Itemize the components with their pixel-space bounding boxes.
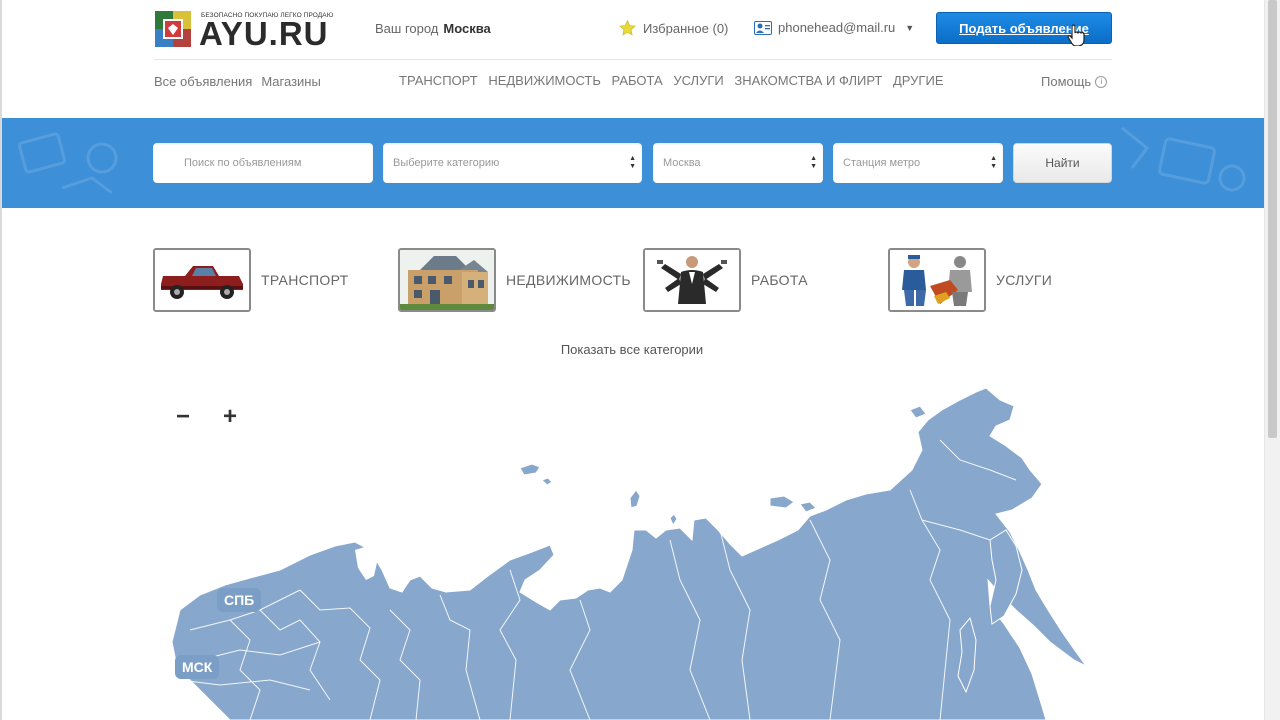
select-arrows-icon: ▲ ▼ bbox=[990, 155, 997, 170]
favorites-link[interactable]: Избранное (0) bbox=[619, 20, 728, 36]
chevron-down-icon[interactable]: ▼ bbox=[905, 23, 914, 33]
vertical-scrollbar[interactable] bbox=[1264, 0, 1280, 720]
zoom-in-button[interactable]: + bbox=[210, 398, 250, 436]
nav-other[interactable]: ДРУГИЕ bbox=[893, 73, 944, 88]
house-photo[interactable] bbox=[398, 248, 496, 312]
category-transport[interactable]: ТРАНСПОРТ bbox=[153, 247, 348, 313]
city-select-value: Москва bbox=[663, 157, 701, 169]
select-arrows-icon: ▲ ▼ bbox=[629, 155, 636, 170]
workers-icon bbox=[890, 250, 984, 310]
nav-dating[interactable]: ЗНАКОМСТВА И ФЛИРТ bbox=[734, 73, 882, 88]
select-arrows-icon: ▲ ▼ bbox=[810, 155, 817, 170]
logo-mark-icon bbox=[155, 11, 191, 47]
city-selector[interactable]: Ваш город Москва bbox=[375, 21, 491, 36]
scrollbar-thumb[interactable] bbox=[1268, 0, 1277, 438]
shops-link[interactable]: Магазины bbox=[261, 74, 321, 89]
city-label: Ваш город bbox=[375, 21, 439, 36]
metro-select-value: Станция метро bbox=[843, 157, 921, 169]
user-card-icon bbox=[754, 20, 772, 35]
category-label[interactable]: ТРАНСПОРТ bbox=[261, 272, 348, 288]
help-label: Помощь bbox=[1041, 74, 1092, 89]
nav-services[interactable]: УСЛУГИ bbox=[673, 73, 723, 88]
find-button[interactable]: Найти bbox=[1013, 143, 1112, 183]
logo-text: AYU.RU bbox=[199, 15, 329, 52]
category-label[interactable]: РАБОТА bbox=[751, 272, 808, 288]
subnav-left: Все объявления Магазины bbox=[154, 74, 330, 89]
category-nav: ТРАНСПОРТ НЕДВИЖИМОСТЬ РАБОТА УСЛУГИ ЗНА… bbox=[399, 73, 951, 88]
category-label[interactable]: НЕДВИЖИМОСТЬ bbox=[506, 272, 631, 288]
nav-realty[interactable]: НЕДВИЖИМОСТЬ bbox=[488, 73, 601, 88]
category-select[interactable]: Выберите категорию ▲ ▼ bbox=[383, 143, 642, 183]
nav-work[interactable]: РАБОТА bbox=[612, 73, 663, 88]
msk-map-pill[interactable]: МСК bbox=[175, 655, 220, 679]
user-email: phonehead@mail.ru bbox=[778, 20, 896, 35]
star-icon bbox=[619, 20, 636, 36]
nav-transport[interactable]: ТРАНСПОРТ bbox=[399, 73, 478, 88]
category-services[interactable]: УСЛУГИ bbox=[888, 247, 1052, 313]
city-select[interactable]: Москва ▲ ▼ bbox=[653, 143, 823, 183]
russia-map[interactable] bbox=[170, 380, 1100, 720]
pickup-truck-photo[interactable] bbox=[153, 248, 251, 312]
city-value[interactable]: Москва bbox=[443, 21, 490, 36]
workers-photo[interactable] bbox=[888, 248, 986, 312]
header-divider bbox=[154, 59, 1112, 60]
logo[interactable]: БЕЗОПАСНО ПОКУПАЮ ЛЕГКО ПРОДАЮ AYU.RU bbox=[155, 10, 365, 50]
metro-select[interactable]: Станция метро ▲ ▼ bbox=[833, 143, 1003, 183]
category-realty[interactable]: НЕДВИЖИМОСТЬ bbox=[398, 247, 631, 313]
category-select-value: Выберите категорию bbox=[393, 157, 500, 169]
category-work[interactable]: РАБОТА bbox=[643, 247, 808, 313]
search-band: Поиск по объявлениям Выберите категорию … bbox=[2, 118, 1264, 208]
businessman-photo[interactable] bbox=[643, 248, 741, 312]
info-icon: i bbox=[1095, 75, 1108, 88]
pickup-truck-icon bbox=[155, 250, 249, 310]
house-icon bbox=[400, 250, 494, 310]
site-header: БЕЗОПАСНО ПОКУПАЮ ЛЕГКО ПРОДАЮ AYU.RU Ва… bbox=[0, 0, 1264, 118]
favorites-label: Избранное (0) bbox=[643, 20, 729, 36]
search-input[interactable]: Поиск по объявлениям bbox=[153, 143, 373, 183]
map-zoom-controls: − + bbox=[163, 398, 253, 438]
show-all-categories-link[interactable]: Показать все категории bbox=[0, 342, 1264, 357]
help-link[interactable]: Помощь i bbox=[1041, 74, 1108, 89]
zoom-out-button[interactable]: − bbox=[163, 398, 203, 436]
all-ads-link[interactable]: Все объявления bbox=[154, 74, 252, 89]
user-menu[interactable]: phonehead@mail.ru ▼ bbox=[754, 20, 914, 35]
spb-map-pill[interactable]: СПБ bbox=[217, 588, 262, 612]
hand-cursor-icon bbox=[1067, 24, 1085, 46]
category-label[interactable]: УСЛУГИ bbox=[996, 272, 1052, 288]
businessman-icon bbox=[645, 250, 739, 310]
